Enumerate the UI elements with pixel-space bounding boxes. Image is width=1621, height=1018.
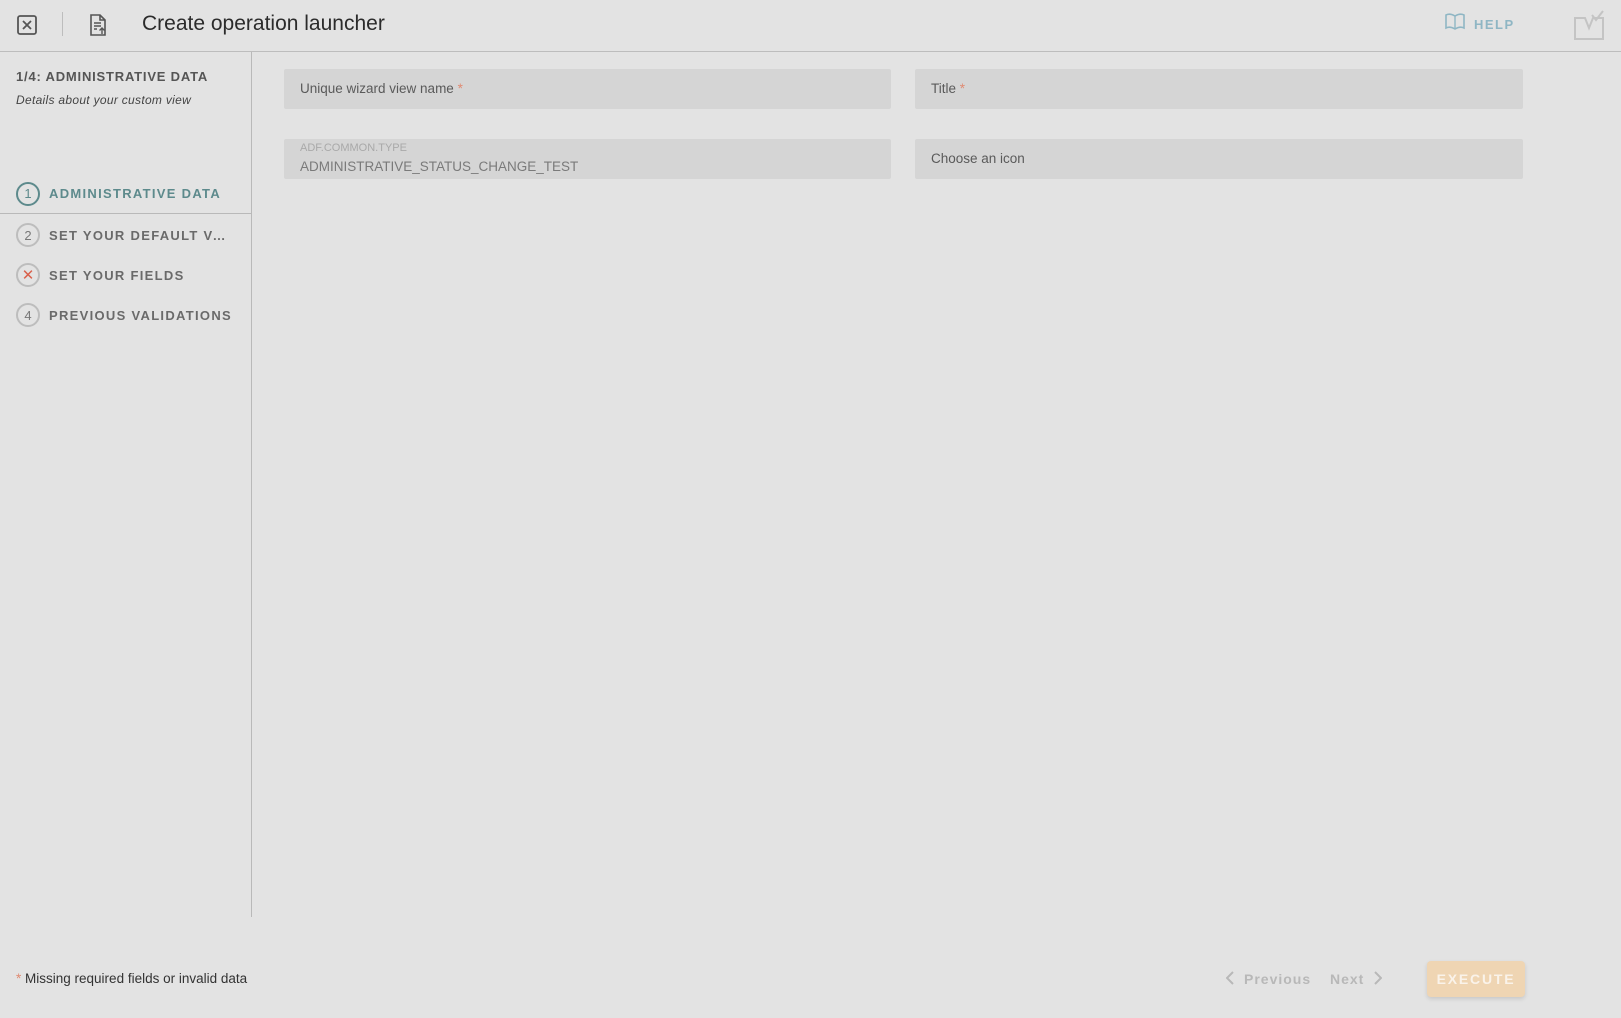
document-export-icon[interactable] [85, 12, 111, 38]
title-field[interactable]: Title * [915, 69, 1523, 109]
icon-picker-placeholder: Choose an icon [931, 151, 1025, 166]
step-label: ADMINISTRATIVE DATA [49, 186, 222, 201]
step-default-values[interactable]: 2 SET YOUR DEFAULT VALUES [0, 215, 252, 255]
step-label: SET YOUR FIELDS [49, 267, 185, 283]
tray-check-icon[interactable] [1572, 8, 1606, 42]
help-button[interactable]: HELP [1444, 12, 1515, 36]
wizard-name-placeholder: Unique wizard view name * [300, 81, 463, 96]
error-x-icon: ✕ [16, 263, 40, 287]
type-label: ADF.COMMON.TYPE [300, 142, 407, 154]
execute-button[interactable]: EXECUTE [1427, 961, 1525, 997]
step-number: 2 [16, 223, 40, 247]
page-title: Create operation launcher [142, 12, 385, 35]
previous-label: Previous [1244, 971, 1312, 987]
step-number: 1 [16, 181, 40, 206]
type-field: ADF.COMMON.TYPE ADMINISTRATIVE_STATUS_CH… [284, 139, 891, 179]
step-label: PREVIOUS VALIDATIONS [49, 307, 232, 323]
wizard-sidebar: 1/4: ADMINISTRATIVE DATA Details about y… [0, 52, 252, 917]
wizard-name-field[interactable]: Unique wizard view name * [284, 69, 891, 109]
step-previous-validations[interactable]: 4 PREVIOUS VALIDATIONS [0, 295, 252, 335]
current-step-subtitle: Details about your custom view [16, 93, 192, 107]
current-step-title: 1/4: ADMINISTRATIVE DATA [16, 69, 209, 84]
icon-picker[interactable]: Choose an icon [915, 139, 1523, 179]
chevron-right-icon [1374, 970, 1383, 988]
chevron-left-icon [1225, 970, 1234, 988]
close-icon[interactable] [14, 12, 40, 38]
header-bar: Create operation launcher HELP [0, 0, 1621, 52]
header-divider [62, 12, 63, 36]
title-placeholder: Title * [931, 81, 966, 96]
step-label: SET YOUR DEFAULT VALUES [49, 227, 235, 243]
step-administrative-data[interactable]: 1 ADMINISTRATIVE DATA [0, 174, 252, 214]
help-book-icon [1444, 12, 1466, 37]
help-label: HELP [1474, 16, 1515, 32]
type-value: ADMINISTRATIVE_STATUS_CHANGE_TEST [300, 159, 579, 174]
step-number: 4 [16, 303, 40, 327]
previous-button[interactable]: Previous [1225, 968, 1312, 990]
step-set-fields[interactable]: ✕ SET YOUR FIELDS [0, 255, 252, 295]
required-fields-note: * Missing required fields or invalid dat… [16, 971, 248, 986]
next-button[interactable]: Next [1330, 968, 1383, 990]
next-label: Next [1330, 971, 1365, 987]
